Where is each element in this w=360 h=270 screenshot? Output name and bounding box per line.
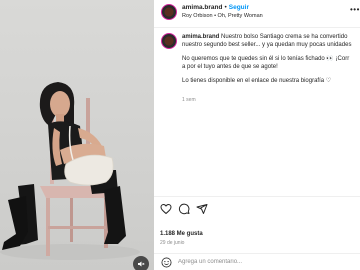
caption-section: amima.brand Nuestro bolso Santiago crema… bbox=[154, 28, 360, 196]
username-link[interactable]: amima.brand bbox=[182, 4, 222, 11]
avatar[interactable] bbox=[161, 33, 177, 49]
caption-line-5: Lo tienes disponible en el enlace de nue… bbox=[182, 78, 332, 85]
comment-input[interactable] bbox=[178, 256, 358, 268]
caption-line-2: nuestro segundo best seller... y ya qued… bbox=[182, 41, 352, 48]
action-bar: 1.188 Me gusta 29 de junio bbox=[154, 196, 360, 256]
heart-icon[interactable] bbox=[160, 203, 172, 215]
model-with-bag-illustration bbox=[0, 82, 140, 260]
comment-bar bbox=[154, 253, 360, 270]
speaker-muted-icon bbox=[138, 261, 145, 267]
separator-dot: • bbox=[224, 4, 227, 11]
comment-icon[interactable] bbox=[178, 203, 190, 215]
follow-button[interactable]: Seguir bbox=[229, 4, 249, 11]
post-details-panel: amima.brand • Seguir Roy Orbison • Oh, Pre… bbox=[154, 0, 360, 270]
caption-timestamp[interactable]: 1 sem bbox=[182, 97, 196, 103]
likes-count[interactable]: 1.188 Me gusta bbox=[160, 231, 203, 237]
post-photo[interactable] bbox=[0, 0, 154, 270]
caption-text: amima.brand Nuestro bolso Santiago crema… bbox=[182, 34, 360, 86]
caption-username[interactable]: amima.brand bbox=[182, 34, 219, 40]
music-link[interactable]: Roy Orbison • Oh, Pretty Woman bbox=[182, 13, 263, 19]
caption-line-1: Nuestro bolso Santiago crema se ha conve… bbox=[221, 34, 348, 40]
caption-line-3: No queremos que te quedes sin él si lo t… bbox=[182, 56, 350, 63]
more-options-icon[interactable]: ••• bbox=[350, 5, 360, 14]
post-date: 29 de junio bbox=[160, 240, 185, 246]
emoji-icon[interactable] bbox=[161, 257, 172, 268]
post-header: amima.brand • Seguir Roy Orbison • Oh, Pre… bbox=[154, 0, 360, 28]
avatar[interactable] bbox=[161, 4, 177, 20]
mute-button[interactable] bbox=[133, 256, 149, 270]
caption-line-4: a por el tuyo antes de que se agote! bbox=[182, 63, 278, 70]
share-icon[interactable] bbox=[196, 203, 208, 215]
